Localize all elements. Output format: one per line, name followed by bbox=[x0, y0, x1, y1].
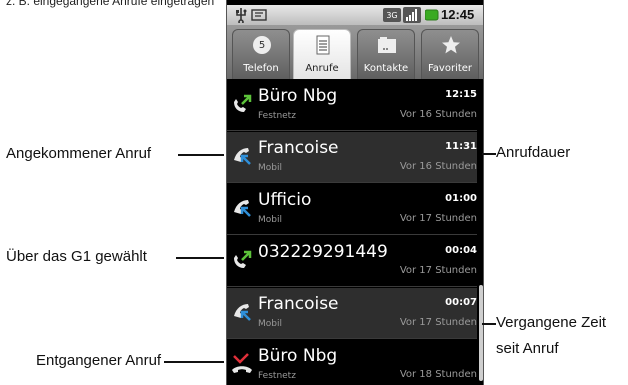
tab-label: Anrufe bbox=[305, 63, 339, 74]
call-log-list: Büro Nbg Festnetz 12:15 Vor 16 Stunden F… bbox=[227, 80, 483, 385]
incoming-call-icon bbox=[234, 304, 251, 321]
annotation-leader bbox=[482, 153, 496, 155]
caller-name: Francoise bbox=[258, 138, 339, 158]
message-icon bbox=[251, 9, 267, 21]
time-since-call: Vor 18 Stunden bbox=[399, 369, 477, 380]
call-duration: 01:00 bbox=[445, 193, 477, 204]
number-type: Festnetz bbox=[258, 371, 296, 381]
call-row[interactable]: Büro Nbg Festnetz 12:15 Vor 16 Stunden bbox=[227, 80, 477, 131]
annotation-leader bbox=[482, 323, 496, 325]
svg-text:3G: 3G bbox=[386, 11, 397, 20]
usb-icon bbox=[236, 8, 247, 23]
annotation-incoming: Angekommener Anruf bbox=[6, 145, 152, 162]
tab-telefon[interactable]: 5 Telefon bbox=[232, 29, 290, 79]
caller-name: 032229291449 bbox=[258, 242, 388, 262]
tab-kontakte[interactable]: Kontakte bbox=[357, 29, 415, 79]
tab-label: Favoriter bbox=[427, 63, 473, 74]
number-type: Mobil bbox=[258, 163, 282, 173]
star-icon bbox=[442, 36, 460, 54]
tab-favoriten[interactable]: Favoriter bbox=[421, 29, 479, 79]
call-row[interactable]: Ufficio Mobil 01:00 Vor 17 Stunden bbox=[227, 184, 477, 235]
caller-name: Büro Nbg bbox=[258, 346, 338, 366]
annotation-elapsed-line1: Vergangene Zeit bbox=[496, 314, 607, 331]
annotation-outgoing: Über das G1 gewählt bbox=[6, 248, 147, 265]
dialpad-icon: 5 bbox=[253, 36, 271, 54]
call-duration: 11:31 bbox=[445, 141, 477, 152]
time-since-call: Vor 17 Stunden bbox=[399, 317, 477, 328]
status-time: 12:45 bbox=[441, 7, 475, 22]
missed-call-icon bbox=[232, 353, 252, 373]
3g-icon: 3G bbox=[383, 8, 401, 22]
call-row[interactable]: Büro Nbg Festnetz Vor 18 Stunden bbox=[227, 340, 477, 385]
number-type bbox=[258, 266, 338, 279]
outgoing-call-icon bbox=[234, 250, 252, 268]
caller-name: Büro Nbg bbox=[258, 86, 338, 106]
tab-label: Kontakte bbox=[363, 63, 409, 74]
call-log-icon bbox=[316, 35, 330, 55]
call-row[interactable]: Francoise Mobil 00:07 Vor 17 Stunden bbox=[227, 288, 477, 339]
annotation-leader bbox=[164, 361, 224, 363]
caller-name: Ufficio bbox=[258, 190, 312, 210]
call-duration: 00:07 bbox=[445, 297, 477, 308]
incoming-call-icon bbox=[234, 200, 251, 217]
annotation-leader bbox=[176, 257, 224, 259]
contacts-icon bbox=[378, 37, 396, 53]
tab-label: Telefon bbox=[243, 63, 279, 74]
incoming-call-icon bbox=[234, 148, 251, 165]
signal-icon bbox=[403, 7, 421, 23]
number-type: Festnetz bbox=[258, 111, 296, 121]
annotation-leader bbox=[178, 154, 224, 156]
call-row[interactable]: 032229291449 00:04 Vor 17 Stunden bbox=[227, 236, 477, 287]
status-bar: 3G 12:45 bbox=[227, 5, 483, 25]
number-type: Mobil bbox=[258, 319, 282, 329]
svg-text:5: 5 bbox=[259, 40, 265, 51]
call-duration: 00:04 bbox=[445, 245, 477, 256]
call-duration: 12:15 bbox=[445, 89, 477, 100]
scrollbar[interactable] bbox=[479, 285, 483, 381]
annotation-missed: Entgangener Anruf bbox=[36, 352, 162, 369]
call-row[interactable]: Francoise Mobil 11:31 Vor 16 Stunden bbox=[227, 132, 477, 183]
annotation-duration: Anrufdauer bbox=[496, 144, 571, 161]
phone-screen: 3G 12:45 5 Telefon Anrufe Kontakte Favor… bbox=[226, 0, 484, 385]
battery-icon bbox=[425, 9, 439, 21]
top-caption: z. B. eingegangene Anrufe eingetragen bbox=[6, 0, 215, 8]
time-since-call: Vor 17 Stunden bbox=[399, 213, 477, 224]
tab-bar: 5 Telefon Anrufe Kontakte Favoriter bbox=[227, 25, 483, 79]
call-duration bbox=[397, 348, 477, 362]
time-since-call: Vor 16 Stunden bbox=[399, 109, 477, 120]
time-since-call: Vor 17 Stunden bbox=[399, 265, 477, 276]
time-since-call: Vor 16 Stunden bbox=[399, 161, 477, 172]
tab-anrufe[interactable]: Anrufe bbox=[293, 29, 351, 79]
outgoing-call-icon bbox=[234, 94, 252, 112]
annotation-elapsed-line2: seit Anruf bbox=[496, 340, 559, 357]
number-type: Mobil bbox=[258, 215, 282, 225]
caller-name: Francoise bbox=[258, 294, 339, 314]
